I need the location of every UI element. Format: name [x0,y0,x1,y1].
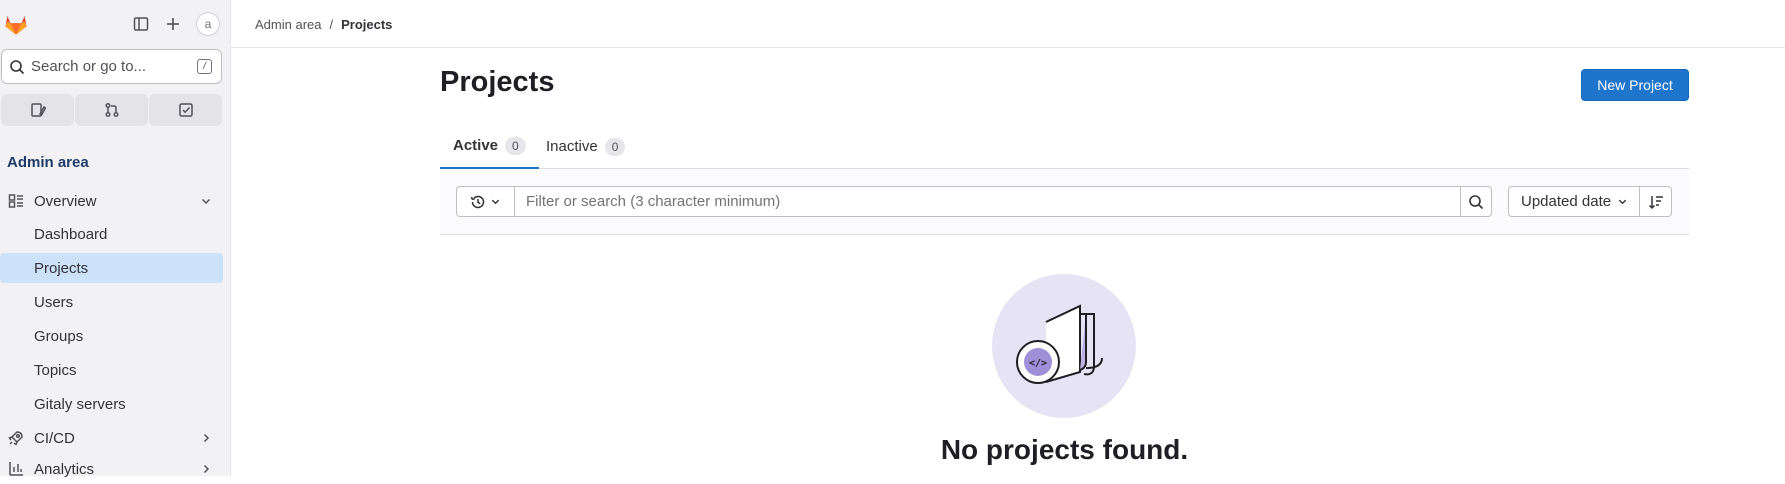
search-shortcut-hint: / [197,59,212,74]
filter-bar: Filter or search (3 character minimum) U… [440,169,1689,235]
sidebar-item-label: Gitaly servers [34,395,126,413]
breadcrumb: Admin area / Projects [255,17,392,32]
sidebar-item-label: CI/CD [34,429,75,447]
sidebar-item-label: Dashboard [34,225,108,243]
issues-button[interactable] [1,94,74,126]
chevron-right-icon [203,464,210,474]
sort-lowest-icon [1648,195,1663,209]
plus-icon[interactable] [162,13,184,35]
top-bar: Admin area / Projects [231,0,1785,48]
tab-inactive[interactable]: Inactive 0 [546,124,626,169]
sidebar-item-users[interactable]: Users [0,287,223,317]
sort-direction-button[interactable] [1639,186,1672,217]
merge-request-icon [104,102,119,118]
chevron-down-icon [1618,199,1627,205]
sidebar-item-projects[interactable]: Projects [0,253,223,283]
sort-label: Updated date [1521,193,1612,210]
search-icon [10,59,25,74]
sidebar-item-topics[interactable]: Topics [0,355,223,385]
breadcrumb-current[interactable]: Projects [341,17,392,32]
breadcrumb-admin-area[interactable]: Admin area [255,17,321,32]
empty-state-illustration: </> [992,274,1136,418]
sidebar-item-analytics[interactable]: Analytics [0,454,223,484]
sidebar-item-cicd[interactable]: CI/CD [0,423,223,453]
history-icon [470,195,485,208]
chevron-down-icon [491,199,500,205]
sidebar-item-overview[interactable]: Overview [0,186,223,216]
chevron-right-icon [203,433,210,443]
filter-search-input[interactable]: Filter or search (3 character minimum) [514,186,1461,217]
tab-count-badge: 0 [604,137,626,156]
project-tabs: Active 0 Inactive 0 [440,124,1689,169]
rocket-icon [8,431,23,446]
sidebar: a Search or go to... / Admin area Overvi… [0,0,231,478]
sidebar-item-dashboard[interactable]: Dashboard [0,219,223,249]
page-title: Projects [440,66,555,98]
search-input[interactable]: Search or go to... / [1,49,222,84]
sidebar-top: a [0,0,230,48]
empty-state-title: No projects found. [940,434,1189,465]
sidebar-item-label: Analytics [34,460,95,478]
sidebar-section-title[interactable]: Admin area [7,154,89,171]
overview-icon [8,194,23,208]
breadcrumb-separator: / [329,17,334,32]
todos-button[interactable] [149,94,222,126]
new-project-button[interactable]: New Project [1581,69,1689,101]
analytics-icon [9,462,23,476]
search-icon [1469,194,1484,209]
sidebar-item-label: Users [34,293,74,311]
tab-label: Active [453,137,499,154]
chevron-down-icon [201,198,211,205]
svg-text:</>: </> [1029,358,1047,369]
tab-count-badge: 0 [505,136,526,155]
sidebar-toggle-icon[interactable] [130,13,152,35]
issues-icon [30,103,46,117]
todo-check-icon [178,103,193,117]
recent-searches-button[interactable] [456,186,514,217]
avatar[interactable]: a [196,12,220,36]
tab-label: Inactive [546,138,598,155]
sidebar-item-groups[interactable]: Groups [0,321,223,351]
search-placeholder: Search or go to... [31,58,147,75]
tab-active[interactable]: Active 0 [440,124,539,169]
sort-dropdown[interactable]: Updated date [1508,186,1640,217]
sidebar-item-label: Topics [34,361,77,379]
sidebar-item-label: Overview [34,192,97,210]
gitlab-logo-icon[interactable] [3,11,29,37]
filter-placeholder: Filter or search (3 character minimum) [526,193,781,210]
sidebar-item-label: Projects [34,259,89,277]
sidebar-item-gitaly-servers[interactable]: Gitaly servers [0,389,223,419]
merge-requests-button[interactable] [75,94,148,126]
filter-search-button[interactable] [1460,186,1492,217]
sidebar-item-label: Groups [34,327,84,345]
